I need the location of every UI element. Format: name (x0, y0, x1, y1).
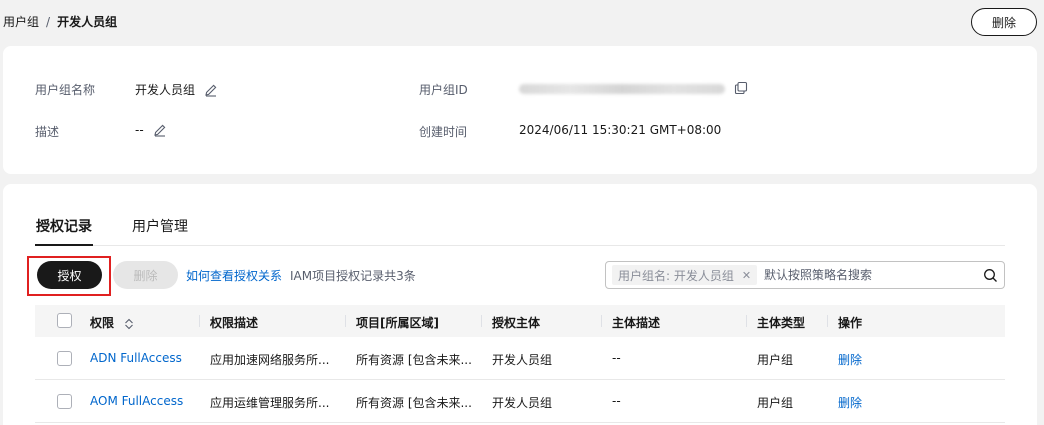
top-bar: 用户组 / 开发人员组 删除 (0, 0, 1044, 44)
description-text: -- (135, 123, 144, 137)
group-name-text: 开发人员组 (135, 83, 196, 97)
header-divider (601, 315, 602, 327)
search-icon[interactable] (983, 268, 998, 283)
select-all-checkbox[interactable] (57, 313, 72, 328)
record-count: IAM项目授权记录共3条 (290, 269, 416, 283)
tab-user-management[interactable]: 用户管理 (132, 216, 188, 246)
group-name-label: 用户组名称 (35, 83, 96, 97)
created-time-value: 2024/06/11 15:30:21 GMT+08:00 (519, 123, 722, 137)
header-divider (199, 315, 200, 327)
filter-tag: 用户组名: 开发人员组 ✕ (612, 265, 758, 285)
principal-cell: 开发人员组 (492, 396, 553, 410)
permissions-card: 授权记录 用户管理 授权 删除 如何查看授权关系 IAM项目授权记录共3条 用户… (3, 184, 1037, 425)
header-divider (481, 315, 482, 327)
permissions-table: 权限 权限描述 项目[所属区域] 授权主体 主体描述 主体类型 操作 ADN F… (35, 305, 1005, 423)
breadcrumb: 用户组 / 开发人员组 (3, 13, 117, 30)
header-permission[interactable]: 权限 (90, 314, 134, 331)
row-delete-link[interactable]: 删除 (838, 394, 862, 411)
tab-authorization-records[interactable]: 授权记录 (35, 216, 93, 246)
how-to-view-link[interactable]: 如何查看授权关系 (186, 267, 282, 284)
row-delete-link[interactable]: 删除 (838, 351, 862, 368)
header-principal-desc: 主体描述 (612, 316, 661, 330)
header-actions: 操作 (838, 316, 863, 330)
sort-icon[interactable] (124, 318, 134, 330)
header-divider (345, 315, 346, 327)
copy-icon[interactable] (734, 81, 748, 95)
header-principal-type: 主体类型 (757, 316, 806, 330)
row-checkbox[interactable] (57, 394, 72, 409)
description-value: -- (135, 123, 167, 137)
search-input[interactable] (764, 266, 964, 284)
table-row: ADN FullAccess 应用加速网络服务所... 所有资源 [包含未来..… (35, 337, 1005, 380)
principal-desc-cell: -- (612, 351, 621, 365)
principal-desc-cell: -- (612, 394, 621, 408)
header-divider (746, 315, 747, 327)
header-divider (827, 315, 828, 327)
edit-name-icon[interactable] (204, 83, 218, 97)
permission-desc: 应用运维管理服务所... (210, 396, 330, 410)
delete-button-disabled: 删除 (113, 261, 178, 289)
breadcrumb-separator: / (46, 14, 51, 29)
principal-cell: 开发人员组 (492, 353, 553, 367)
edit-description-icon[interactable] (153, 123, 167, 137)
breadcrumb-current: 开发人员组 (57, 15, 118, 29)
search-box[interactable]: 用户组名: 开发人员组 ✕ (605, 261, 1005, 289)
project-cell: 所有资源 [包含未来... (356, 353, 472, 367)
permission-link[interactable]: AOM FullAccess (90, 394, 183, 408)
header-permission-desc: 权限描述 (210, 316, 259, 330)
filter-tag-text: 用户组名: 开发人员组 (618, 268, 734, 283)
close-icon[interactable]: ✕ (742, 269, 751, 282)
description-label: 描述 (35, 125, 60, 139)
breadcrumb-user-groups[interactable]: 用户组 (3, 13, 39, 30)
permission-link[interactable]: ADN FullAccess (90, 351, 182, 365)
group-id-label: 用户组ID (419, 83, 468, 97)
header-principal: 授权主体 (492, 316, 541, 330)
created-time-label: 创建时间 (419, 125, 468, 139)
group-name-value: 开发人员组 (135, 81, 218, 98)
principal-type-cell: 用户组 (757, 353, 794, 367)
header-project: 项目[所属区域] (356, 316, 439, 330)
delete-group-button[interactable]: 删除 (971, 8, 1037, 36)
permission-desc: 应用加速网络服务所... (210, 353, 330, 367)
group-id-value (519, 81, 748, 95)
table-header: 权限 权限描述 项目[所属区域] 授权主体 主体描述 主体类型 操作 (35, 305, 1005, 337)
tabs: 授权记录 用户管理 (35, 216, 1005, 246)
grant-button[interactable]: 授权 (37, 261, 102, 289)
table-row: AOM FullAccess 应用运维管理服务所... 所有资源 [包含未来..… (35, 380, 1005, 423)
group-info-card: 用户组名称 开发人员组 用户组ID 描述 -- 创建时间 2024/06/11 … (3, 46, 1037, 174)
row-checkbox[interactable] (57, 351, 72, 366)
project-cell: 所有资源 [包含未来... (356, 396, 472, 410)
principal-type-cell: 用户组 (757, 396, 794, 410)
group-id-redacted (519, 84, 725, 94)
